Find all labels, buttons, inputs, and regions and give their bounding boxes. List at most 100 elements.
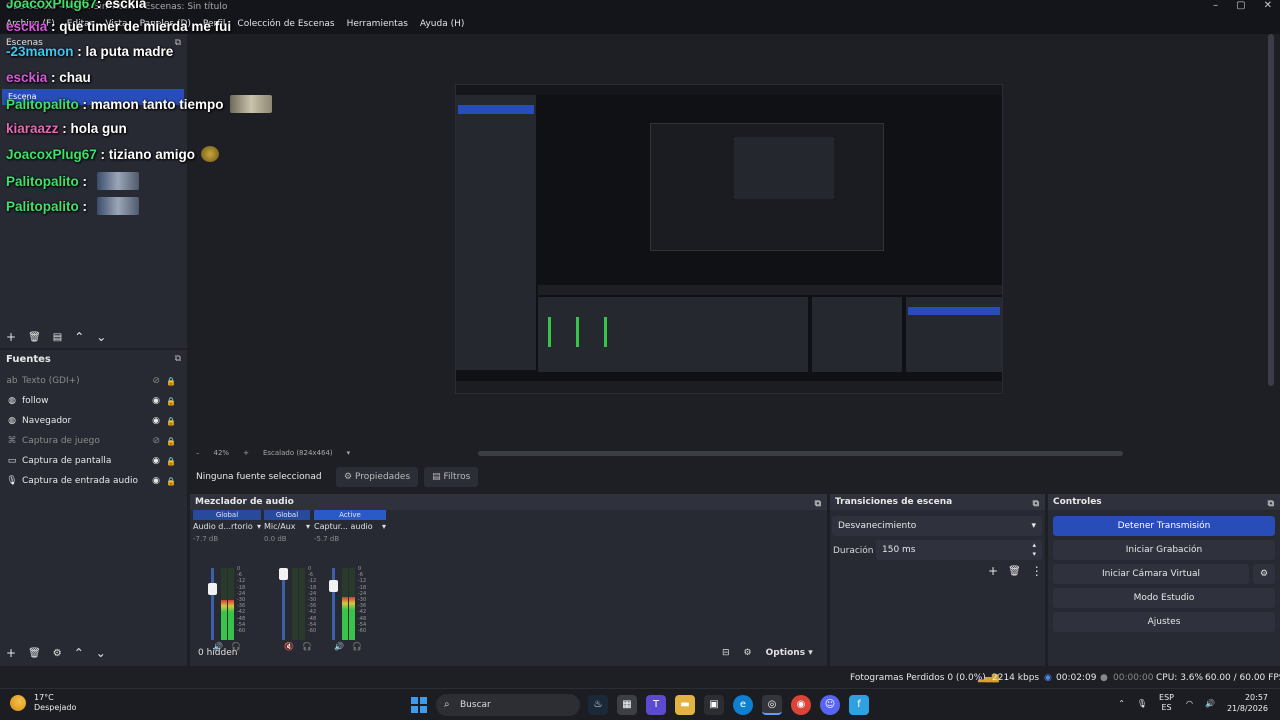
- volume-fader[interactable]: [279, 568, 288, 640]
- menu-ayuda[interactable]: Ayuda (H): [420, 19, 464, 29]
- fader-knob[interactable]: [208, 583, 217, 595]
- maximize-button[interactable]: ▢: [1236, 0, 1245, 11]
- trash-icon[interactable]: 🗑: [28, 648, 41, 659]
- source-item[interactable]: ◍ follow ◉ 🔒: [6, 392, 182, 410]
- undock-icon[interactable]: ⧉: [175, 38, 181, 48]
- preview-scrollbar-vertical[interactable]: [1268, 34, 1274, 386]
- fader-knob[interactable]: [279, 568, 288, 580]
- speaker-icon[interactable]: 🔊: [334, 642, 344, 651]
- fader-knob[interactable]: [329, 580, 338, 592]
- lock-icon[interactable]: 🔒: [166, 377, 176, 386]
- virtual-camera-settings-button[interactable]: ⚙: [1253, 564, 1275, 584]
- more-icon[interactable]: ⋮: [1031, 564, 1043, 578]
- obs-icon[interactable]: ◎: [762, 695, 782, 715]
- lock-icon[interactable]: 🔒: [166, 457, 176, 466]
- filters-button[interactable]: ▤ Filtros: [424, 467, 479, 487]
- menu-vista[interactable]: Vista: [105, 19, 127, 29]
- add-icon[interactable]: +: [988, 564, 998, 578]
- source-item[interactable]: ▭ Captura de pantalla ◉ 🔒: [6, 452, 182, 470]
- menu-coleccion-escenas[interactable]: Colección de Escenas: [237, 19, 334, 29]
- eye-hidden-icon[interactable]: ⊘: [152, 436, 160, 446]
- volume-fader[interactable]: [329, 568, 338, 640]
- undock-icon[interactable]: ⧉: [1033, 496, 1039, 512]
- teams-icon[interactable]: T: [646, 695, 666, 715]
- minimize-button[interactable]: –: [1213, 0, 1218, 11]
- store-icon[interactable]: ▦: [617, 695, 637, 715]
- chevron-down-icon[interactable]: ▾: [306, 522, 310, 531]
- studio-mode-button[interactable]: Modo Estudio: [1053, 588, 1275, 608]
- menu-paneles[interactable]: Paneles (D): [140, 19, 191, 29]
- facebook-icon[interactable]: f: [849, 695, 869, 715]
- properties-button[interactable]: ⚙ Propiedades: [336, 467, 419, 487]
- microphone-icon[interactable]: 🎙: [1137, 699, 1147, 708]
- chevron-up-icon[interactable]: ⌃: [74, 646, 84, 660]
- scene-item-selected[interactable]: Escena: [2, 89, 184, 105]
- source-item[interactable]: 🎙 Captura de entrada audio ◉ 🔒: [6, 472, 182, 490]
- chevron-up-icon[interactable]: ⌃: [1118, 699, 1125, 708]
- lock-icon[interactable]: 🔒: [166, 477, 176, 486]
- volume-fader[interactable]: [208, 568, 217, 640]
- volume-icon[interactable]: 🔊: [1205, 699, 1215, 708]
- discord-icon[interactable]: ☺: [820, 695, 840, 715]
- undock-icon[interactable]: ⧉: [1268, 496, 1274, 512]
- chevron-up-icon[interactable]: ⌃: [74, 330, 84, 344]
- stream-preview[interactable]: [455, 84, 1003, 394]
- headphones-icon[interactable]: 🎧: [352, 642, 362, 651]
- lock-icon[interactable]: 🔒: [166, 397, 176, 406]
- menu-herramientas[interactable]: Herramientas: [347, 19, 408, 29]
- source-item[interactable]: ◍ Navegador ◉ 🔒: [6, 412, 182, 430]
- channel-mode[interactable]: Active: [314, 510, 386, 520]
- source-item[interactable]: ab Texto (GDI+) ⊘ 🔒: [6, 372, 182, 390]
- chevron-down-icon[interactable]: ▾: [382, 522, 386, 531]
- menu-archivo[interactable]: Archivo (F): [6, 19, 55, 29]
- layout-icon[interactable]: ⊟: [722, 648, 730, 658]
- zoom-out-button[interactable]: –: [196, 449, 200, 457]
- trash-icon[interactable]: 🗑: [28, 332, 41, 343]
- lock-icon[interactable]: 🔒: [166, 437, 176, 446]
- chevron-down-icon[interactable]: ⌄: [96, 646, 106, 660]
- folder-icon[interactable]: ▬: [675, 695, 695, 715]
- wifi-icon[interactable]: ◠: [1186, 699, 1193, 708]
- add-icon[interactable]: +: [6, 646, 16, 660]
- start-recording-button[interactable]: Iniciar Grabación: [1053, 540, 1275, 560]
- start-virtual-camera-button[interactable]: Iniciar Cámara Virtual: [1053, 564, 1249, 584]
- eye-icon[interactable]: ◉: [152, 416, 160, 426]
- advanced-audio-icon[interactable]: ⚙: [744, 648, 752, 658]
- eye-icon[interactable]: ◉: [152, 456, 160, 466]
- chevron-down-icon[interactable]: ▾: [257, 522, 261, 531]
- close-button[interactable]: ✕: [1264, 0, 1272, 11]
- chevron-down-icon[interactable]: ⌄: [96, 330, 106, 344]
- eye-icon[interactable]: ◉: [152, 476, 160, 486]
- add-icon[interactable]: +: [6, 330, 16, 344]
- headphones-icon[interactable]: 🎧: [302, 642, 312, 651]
- undock-icon[interactable]: ⧉: [815, 496, 821, 512]
- chevron-down-icon[interactable]: ▾: [347, 449, 351, 457]
- steam-icon[interactable]: ♨: [588, 695, 608, 715]
- source-item[interactable]: ⌘ Captura de juego ⊘ 🔒: [6, 432, 182, 450]
- filter-icon[interactable]: ▤: [53, 332, 62, 343]
- clock[interactable]: 20:57 21/8/2026: [1227, 692, 1268, 714]
- menu-perfil[interactable]: Perfil: [203, 19, 226, 29]
- weather-widget[interactable]: 17°C Despejado: [10, 693, 76, 713]
- undock-icon[interactable]: ⧉: [175, 354, 181, 364]
- stepper-icon[interactable]: ▴ ▾: [1032, 541, 1036, 559]
- gear-icon[interactable]: ⚙: [53, 648, 62, 659]
- app-icon[interactable]: ▣: [704, 695, 724, 715]
- channel-mode[interactable]: Global: [264, 510, 310, 520]
- edge-icon[interactable]: e: [733, 695, 753, 715]
- muted-speaker-icon[interactable]: 🔇: [284, 642, 294, 651]
- channel-mode[interactable]: Global: [193, 510, 261, 520]
- transition-select[interactable]: Desvanecimiento ▾: [832, 516, 1042, 536]
- taskbar-search[interactable]: ⌕ Buscar: [436, 694, 580, 716]
- language-indicator[interactable]: ESP ES: [1159, 693, 1174, 713]
- eye-hidden-icon[interactable]: ⊘: [152, 376, 160, 386]
- settings-button[interactable]: Ajustes: [1053, 612, 1275, 632]
- zoom-in-button[interactable]: +: [243, 449, 249, 457]
- eye-icon[interactable]: ◉: [152, 396, 160, 406]
- trash-icon[interactable]: 🗑: [1008, 566, 1021, 577]
- stop-stream-button[interactable]: Detener Transmisión: [1053, 516, 1275, 536]
- preview-scrollbar-horizontal[interactable]: [478, 451, 1123, 456]
- menu-editar[interactable]: Editar: [67, 19, 94, 29]
- duration-field[interactable]: 150 ms ▴ ▾: [876, 540, 1042, 560]
- chrome-icon[interactable]: ◉: [791, 695, 811, 715]
